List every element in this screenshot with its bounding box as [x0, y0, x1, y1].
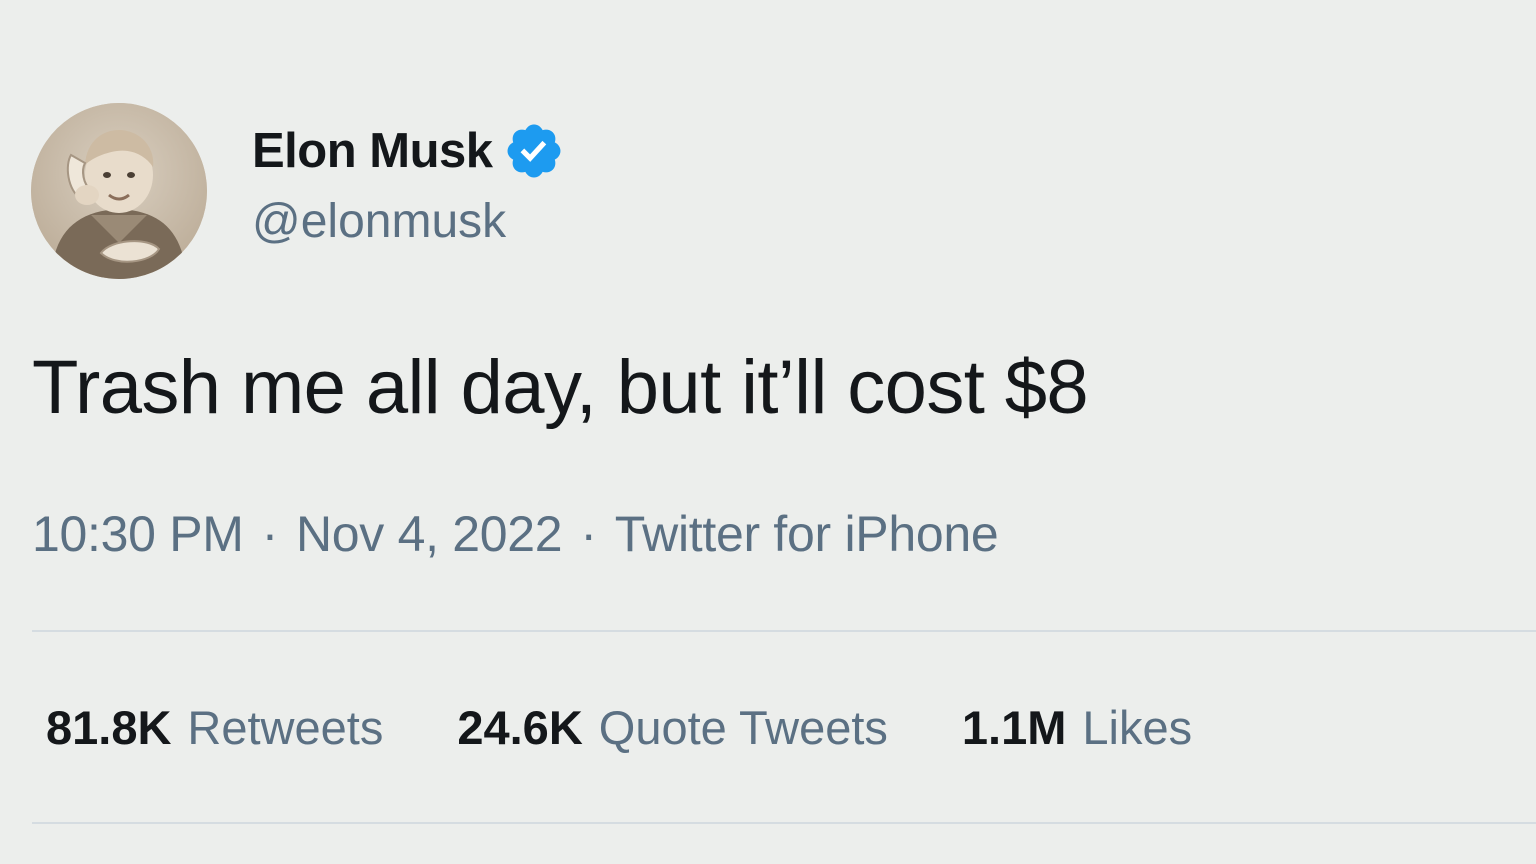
tweet-meta: 10:30 PM · Nov 4, 2022 · Twitter for iPhone: [32, 505, 999, 563]
meta-separator: ·: [580, 506, 597, 562]
tweet-stats: 81.8K Retweets 24.6K Quote Tweets 1.1M L…: [46, 700, 1192, 755]
avatar[interactable]: [31, 103, 207, 279]
quote-tweets-label: Quote Tweets: [598, 701, 888, 754]
tweet-source[interactable]: Twitter for iPhone: [615, 506, 999, 562]
tweet-text: Trash me all day, but it’ll cost $8: [32, 345, 1089, 430]
display-name[interactable]: Elon Musk: [252, 123, 493, 179]
avatar-image: [31, 103, 207, 279]
user-handle[interactable]: @elonmusk: [252, 194, 565, 249]
tweet-card: Elon Musk @elonmusk Trash me all day, bu…: [0, 0, 1536, 864]
likes-count: 1.1M: [961, 701, 1067, 754]
divider: [32, 630, 1536, 632]
divider: [32, 822, 1536, 824]
tweet-date[interactable]: Nov 4, 2022: [296, 506, 563, 562]
quote-tweets-stat[interactable]: 24.6K Quote Tweets: [457, 700, 888, 755]
retweets-label: Retweets: [187, 701, 384, 754]
meta-separator: ·: [261, 506, 279, 562]
quote-tweets-count: 24.6K: [457, 701, 583, 754]
tweet-time[interactable]: 10:30 PM: [32, 506, 244, 562]
retweets-stat[interactable]: 81.8K Retweets: [46, 700, 383, 755]
likes-stat[interactable]: 1.1M Likes: [962, 700, 1192, 755]
verified-badge-icon: [503, 120, 565, 182]
user-info: Elon Musk @elonmusk: [252, 118, 565, 249]
retweets-count: 81.8K: [46, 701, 172, 754]
likes-label: Likes: [1082, 701, 1193, 754]
name-row: Elon Musk: [252, 118, 565, 184]
